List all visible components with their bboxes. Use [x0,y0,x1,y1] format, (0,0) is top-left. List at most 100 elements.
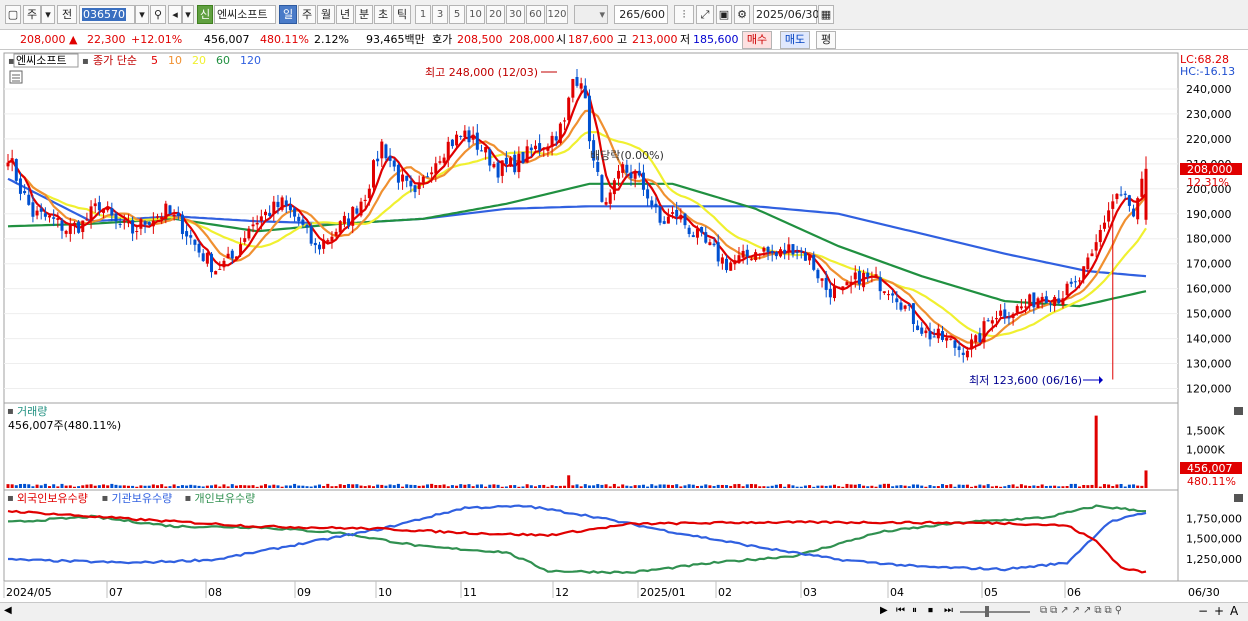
close-holdings-icon[interactable] [1234,494,1243,502]
search-icon[interactable]: ⚲ [150,5,166,24]
candle-body [1132,208,1136,217]
save-icon[interactable]: ▣ [716,5,732,24]
zoom-slider[interactable] [960,611,1030,613]
candle-body [131,220,135,234]
volume-bar [1061,486,1065,488]
period-tab-5[interactable]: 초 [374,5,392,24]
stock-name-field[interactable]: 엔씨소프트 [214,5,276,24]
volume-bar [442,484,446,488]
eval-button[interactable]: 평 [816,31,836,49]
low-price: 185,600 [693,33,739,46]
interval-tab-60[interactable]: 60 [526,5,545,24]
period-tab-0[interactable]: 일 [279,5,297,24]
ask-price: 208,500 [457,33,503,46]
ma-legend-10: 10 [168,54,182,67]
price-tick: 240,000 [1186,83,1232,96]
candle-body [156,216,160,218]
interval-tab-1[interactable]: 1 [415,5,431,24]
interval-tab-30[interactable]: 30 [506,5,525,24]
volume-bar [882,483,886,488]
date-field[interactable]: 2025/06/30 [753,5,819,24]
volume-bar [93,485,97,488]
auto-scale-icon[interactable]: A [1230,604,1238,618]
volume-bar [430,483,434,488]
candle-body [916,325,920,331]
code-input[interactable]: 036570 [79,5,135,24]
candle-body [338,221,342,233]
interval-tab-3[interactable]: 3 [432,5,448,24]
candle-body [845,282,849,286]
period-tab-6[interactable]: 틱 [393,5,411,24]
buy-button[interactable]: 매수 [742,31,772,49]
mode-dropdown-icon[interactable]: ▾ [41,5,55,24]
count-field[interactable]: 265/600 [614,5,668,24]
rewind-icon[interactable]: ⏮ [896,605,905,616]
volume-bar [525,484,529,488]
candle-body [741,250,745,258]
code-dropdown-icon[interactable]: ▾ [135,5,149,24]
stock-chart[interactable]: 240,000230,000220,000210,000200,000190,0… [0,51,1248,602]
volume-bar [52,484,56,488]
interval-tab-20[interactable]: 20 [486,5,505,24]
period-tab-2[interactable]: 월 [317,5,335,24]
zoom-out-icon[interactable]: − [1198,604,1208,618]
candle-body [301,219,305,225]
candle-body [579,83,583,89]
prefix-button[interactable]: 전 [57,5,77,24]
drawing-tools[interactable]: ⧉⧉↗↗↗⧉⧉⚲ [1040,605,1125,616]
volume-bar [658,484,662,488]
volume-bar [675,484,679,488]
volume-bar [612,483,616,488]
candle-body [795,251,799,253]
layout-icon[interactable]: ▢ [5,5,21,24]
volume-bar [351,484,355,488]
candle-body [1003,309,1007,318]
speaker-icon[interactable]: ◂ [168,5,182,24]
mode-select[interactable]: 주 [23,5,41,24]
holdings-axis: 1,750,000 1,500,000 1,250,000 [1186,512,1242,565]
candle-body [957,346,961,351]
period-tab-1[interactable]: 주 [298,5,316,24]
stop-icon[interactable]: ⏹ [928,605,933,616]
drawing-tool-icon[interactable]: ⤢ [696,5,714,24]
candle-body [828,288,832,298]
candle-type-icon[interactable]: ⫶ [674,5,694,24]
volume-bar [14,485,18,488]
candle-body [442,157,446,163]
change-pct: +12.01% [131,33,183,46]
volume-bar [575,484,579,488]
volume-bar [878,484,882,488]
interval-tab-120[interactable]: 120 [546,5,568,24]
volume-bar [766,486,770,488]
holdings-legend-item: 외국인보유수량 [17,492,88,505]
candle-body [1140,178,1144,197]
scroll-bar[interactable]: ◀ ▶ ⏮ ⏸ ⏹ ⏭ ⧉⧉↗↗↗⧉⧉⚲ − + A [0,602,1248,621]
scroll-left-icon[interactable]: ◀ [4,605,12,616]
date-tick: 12 [555,586,569,599]
ask-label: 호가 [432,33,453,46]
period-tab-3[interactable]: 년 [336,5,354,24]
close-volume-icon[interactable] [1234,407,1243,415]
volume-bar [650,484,654,488]
history-dropdown-icon[interactable]: ▾ [182,5,194,24]
interval-tab-5[interactable]: 5 [449,5,465,24]
volume-bar [1090,484,1094,488]
pause-icon[interactable]: ⏸ [912,605,917,616]
candle-body [151,220,155,227]
sell-button[interactable]: 매도 [780,31,810,49]
settings-icon[interactable]: ⚙ [734,5,750,24]
volume-bar [741,486,745,488]
interval-dropdown[interactable]: ▾ [574,5,608,24]
interval-tab-10[interactable]: 10 [466,5,485,24]
forward-icon[interactable]: ⏭ [944,605,953,616]
scroll-right-icon[interactable]: ▶ [880,605,888,616]
volume-bar [218,486,222,488]
high-label: 고 [617,33,628,46]
volume-bar [156,485,160,488]
volume-bar [965,484,969,488]
period-tab-4[interactable]: 분 [355,5,373,24]
zoom-in-icon[interactable]: + [1214,604,1224,618]
volume-bar [355,484,359,488]
calendar-icon[interactable]: ▦ [818,5,834,24]
zoom-handle[interactable] [985,606,989,617]
